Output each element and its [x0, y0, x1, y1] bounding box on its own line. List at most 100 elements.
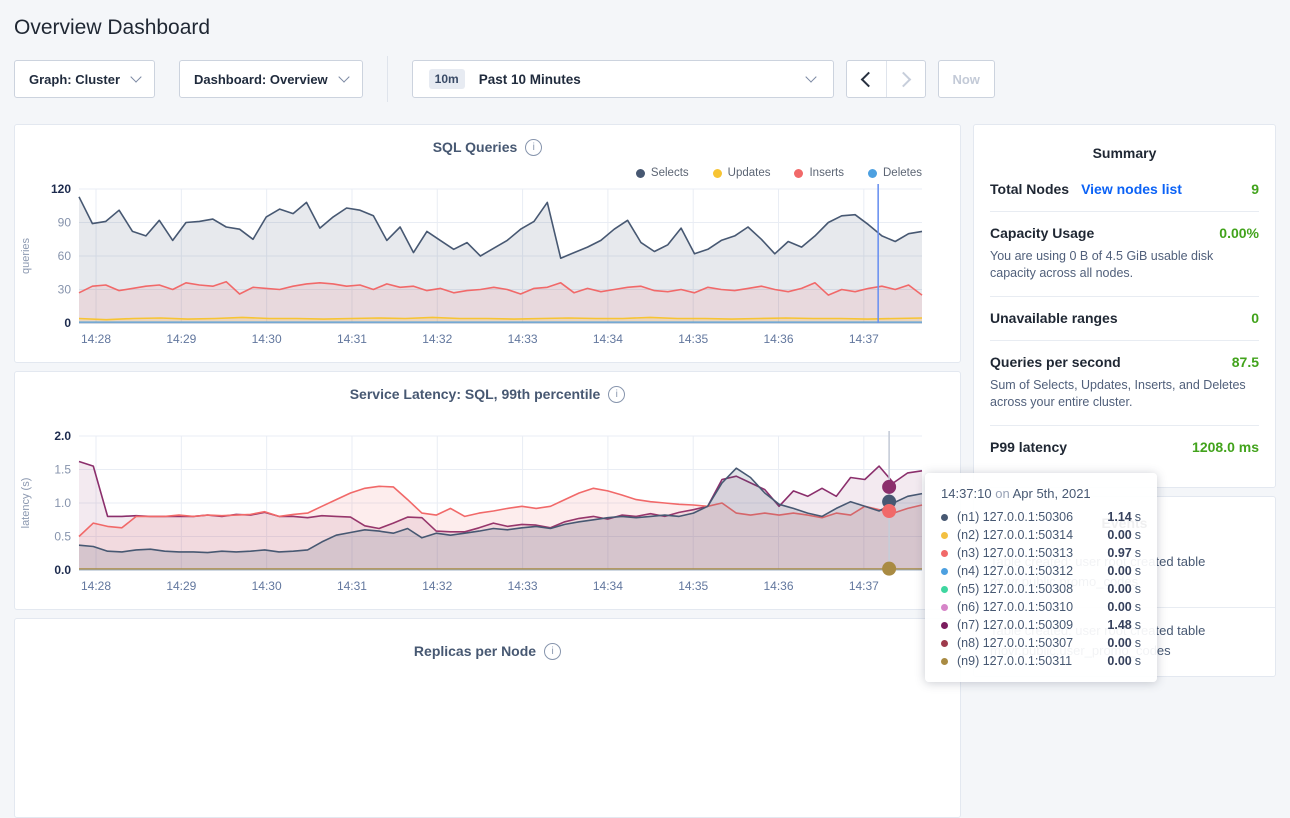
- tooltip-time: 14:37:10: [941, 486, 992, 501]
- legend-label: Updates: [728, 167, 771, 179]
- node-latency-value: 0.97: [1107, 546, 1131, 560]
- summary-rows: Total NodesView nodes list9Capacity Usag…: [990, 168, 1259, 469]
- svg-text:0: 0: [64, 316, 71, 330]
- svg-text:14:29: 14:29: [166, 332, 196, 346]
- tooltip-node-row: (n1) 127.0.0.1:50306 1.14 s: [941, 508, 1141, 526]
- tooltip-timestamp: 14:37:10 on Apr 5th, 2021: [941, 486, 1141, 501]
- node-latency-value: 0.00: [1107, 636, 1131, 650]
- service-latency-title: Service Latency: SQL, 99th percentile: [350, 386, 601, 402]
- sql-queries-chart[interactable]: 14:2814:2914:3014:3114:3214:3314:3414:35…: [15, 183, 958, 351]
- now-button[interactable]: Now: [938, 60, 995, 98]
- summary-value: 0.00%: [1219, 225, 1259, 241]
- time-range-dropdown[interactable]: 10m Past 10 Minutes: [412, 60, 834, 98]
- chart-title-row: SQL Queries i: [15, 137, 960, 157]
- node-latency-value: 1.14: [1107, 510, 1131, 524]
- svg-text:30: 30: [58, 283, 72, 297]
- legend-label: Selects: [651, 167, 689, 179]
- summary-row: P99 latency 1208.0 ms: [990, 425, 1259, 469]
- svg-text:1.0: 1.0: [54, 496, 71, 510]
- chart-title-row: Replicas per Node i: [15, 641, 960, 661]
- node-latency-unit: s: [1135, 564, 1141, 578]
- svg-text:0.5: 0.5: [54, 530, 71, 544]
- node-address: (n7) 127.0.0.1:50309: [957, 618, 1073, 632]
- summary-value: 1208.0 ms: [1192, 439, 1259, 455]
- svg-text:queries: queries: [20, 237, 32, 274]
- view-nodes-list-link[interactable]: View nodes list: [1081, 181, 1182, 197]
- replicas-per-node-panel: Replicas per Node i: [14, 618, 961, 818]
- time-step-buttons: [846, 60, 926, 98]
- summary-row: Capacity Usage0.00%You are using 0 B of …: [990, 211, 1259, 296]
- node-color-dot-icon: [941, 550, 948, 557]
- node-address: (n9) 127.0.0.1:50311: [957, 654, 1072, 668]
- chart-hover-tooltip: 14:37:10 on Apr 5th, 2021 (n1) 127.0.0.1…: [925, 473, 1157, 682]
- node-color-dot-icon: [941, 658, 948, 665]
- summary-subtext: Sum of Selects, Updates, Inserts, and De…: [990, 377, 1259, 411]
- legend-item-selects[interactable]: Selects: [636, 165, 689, 181]
- time-range-badge: 10m: [429, 69, 465, 89]
- node-latency-value: 0.00: [1107, 564, 1131, 578]
- legend-item-deletes[interactable]: Deletes: [868, 165, 922, 181]
- tooltip-node-row: (n5) 127.0.0.1:503080.00s: [941, 580, 1141, 598]
- node-latency-value: 0.00: [1107, 582, 1131, 596]
- svg-text:14:32: 14:32: [422, 332, 452, 346]
- tooltip-node-row: (n8) 127.0.0.1:50307 0.00 s: [941, 634, 1141, 652]
- summary-row: Unavailable ranges0: [990, 296, 1259, 340]
- info-icon[interactable]: i: [544, 643, 561, 660]
- svg-text:14:32: 14:32: [422, 579, 452, 593]
- svg-text:14:33: 14:33: [508, 332, 538, 346]
- svg-text:14:35: 14:35: [678, 579, 708, 593]
- chevron-down-icon: [130, 71, 141, 82]
- tooltip-date: Apr 5th, 2021: [1013, 486, 1091, 501]
- legend-item-inserts[interactable]: Inserts: [794, 165, 844, 181]
- legend-item-updates[interactable]: Updates: [713, 165, 771, 181]
- time-range-label: Past 10 Minutes: [479, 72, 581, 87]
- tooltip-node-row: (n3) 127.0.0.1:503130.97s: [941, 544, 1141, 562]
- svg-text:14:33: 14:33: [508, 579, 538, 593]
- svg-text:14:28: 14:28: [81, 579, 111, 593]
- tooltip-rows: (n1) 127.0.0.1:503061.14s(n2) 127.0.0.1:…: [941, 508, 1141, 670]
- node-address: (n1) 127.0.0.1:50306: [957, 510, 1073, 524]
- info-icon[interactable]: i: [608, 386, 625, 403]
- chart-title-row: Service Latency: SQL, 99th percentile i: [15, 384, 960, 404]
- legend-dot-icon: [794, 169, 803, 178]
- service-latency-chart[interactable]: 14:2814:2914:3014:3114:3214:3314:3414:35…: [15, 430, 958, 598]
- dashboard-dropdown[interactable]: Dashboard: Overview: [179, 60, 363, 98]
- tooltip-node-row: (n4) 127.0.0.1:503120.00s: [941, 562, 1141, 580]
- chevron-left-icon: [860, 71, 876, 87]
- node-latency-value: 0.00: [1107, 528, 1131, 542]
- node-color-dot-icon: [941, 514, 948, 521]
- node-latency-unit: s: [1135, 528, 1141, 542]
- summary-title: Summary: [990, 125, 1259, 168]
- svg-text:14:28: 14:28: [81, 332, 111, 346]
- charts-column: SQL Queries i Selects Updates Inserts Delet…: [14, 124, 961, 818]
- legend-label: Inserts: [809, 167, 844, 179]
- vertical-divider: [387, 56, 388, 102]
- chevron-down-icon: [805, 71, 816, 82]
- summary-value: 9: [1251, 181, 1259, 197]
- svg-text:14:36: 14:36: [764, 332, 794, 346]
- legend-label: Deletes: [883, 167, 922, 179]
- prev-range-button[interactable]: [847, 61, 886, 97]
- node-latency-unit: s: [1135, 636, 1141, 650]
- node-latency-value: 1.48: [1107, 618, 1131, 632]
- summary-label: P99 latency: [990, 439, 1067, 455]
- legend-dot-icon: [636, 169, 645, 178]
- node-address: (n8) 127.0.0.1:50307: [957, 636, 1073, 650]
- service-latency-panel: Service Latency: SQL, 99th percentile i …: [14, 371, 961, 610]
- info-icon[interactable]: i: [525, 139, 542, 156]
- summary-panel: Summary Total NodesView nodes list9Capac…: [973, 124, 1276, 488]
- tooltip-on: on: [995, 486, 1009, 501]
- svg-text:14:36: 14:36: [764, 579, 794, 593]
- svg-text:14:34: 14:34: [593, 579, 623, 593]
- sql-queries-panel: SQL Queries i Selects Updates Inserts Delet…: [14, 124, 961, 363]
- node-color-dot-icon: [941, 622, 948, 629]
- next-range-button[interactable]: [886, 61, 925, 97]
- graph-dropdown[interactable]: Graph: Cluster: [14, 60, 155, 98]
- dashboard-dropdown-label: Dashboard: Overview: [194, 72, 328, 87]
- svg-text:90: 90: [58, 216, 72, 230]
- node-color-dot-icon: [941, 640, 948, 647]
- summary-label: Capacity Usage: [990, 225, 1094, 241]
- node-latency-unit: s: [1135, 510, 1141, 524]
- chart-legend: Selects Updates Inserts Deletes: [15, 157, 960, 181]
- node-latency-unit: s: [1135, 546, 1141, 560]
